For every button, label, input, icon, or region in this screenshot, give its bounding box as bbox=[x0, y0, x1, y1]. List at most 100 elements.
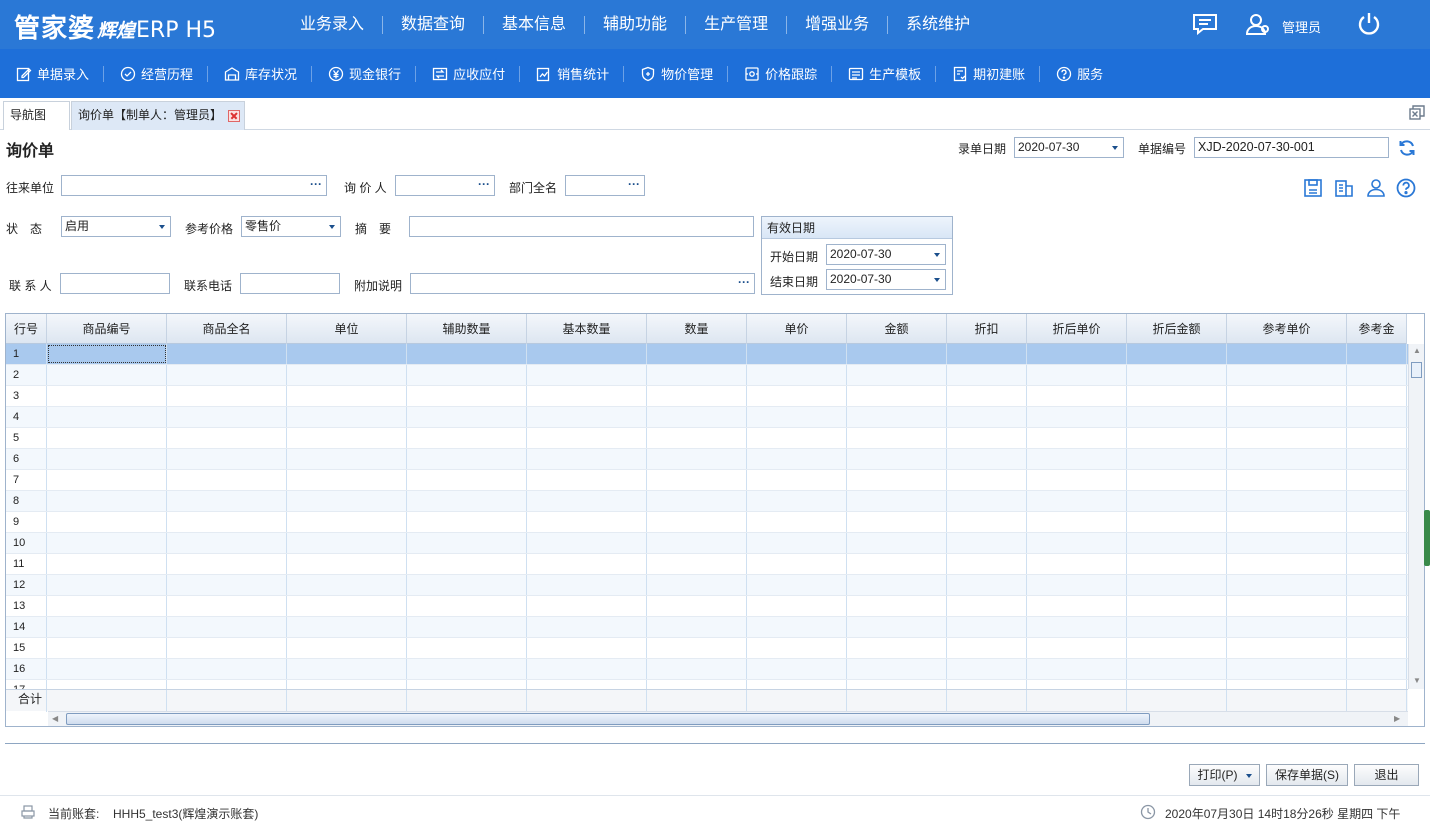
table-cell[interactable] bbox=[407, 386, 527, 406]
tab-navigation-map[interactable]: 导航图 bbox=[3, 101, 70, 130]
table-cell[interactable] bbox=[1347, 449, 1407, 469]
table-cell[interactable] bbox=[167, 533, 287, 553]
table-cell[interactable] bbox=[947, 428, 1027, 448]
table-cell[interactable] bbox=[1027, 491, 1127, 511]
table-cell[interactable] bbox=[847, 491, 947, 511]
table-cell[interactable] bbox=[287, 365, 407, 385]
table-cell[interactable] bbox=[747, 386, 847, 406]
table-cell[interactable] bbox=[407, 470, 527, 490]
table-cell[interactable] bbox=[1227, 617, 1347, 637]
table-cell[interactable] bbox=[647, 680, 747, 689]
table-cell[interactable] bbox=[747, 491, 847, 511]
table-cell[interactable] bbox=[47, 365, 167, 385]
table-cell[interactable] bbox=[747, 575, 847, 595]
table-cell[interactable] bbox=[647, 596, 747, 616]
table-cell[interactable] bbox=[947, 575, 1027, 595]
table-cell[interactable] bbox=[287, 575, 407, 595]
column-header[interactable]: 折后金额 bbox=[1127, 314, 1227, 344]
table-cell[interactable] bbox=[947, 596, 1027, 616]
table-cell[interactable] bbox=[47, 344, 167, 364]
table-cell[interactable] bbox=[1227, 491, 1347, 511]
column-header[interactable]: 辅助数量 bbox=[407, 314, 527, 344]
table-cell[interactable] bbox=[1027, 596, 1127, 616]
table-cell[interactable] bbox=[947, 638, 1027, 658]
table-cell[interactable] bbox=[947, 554, 1027, 574]
table-row[interactable]: 13 bbox=[6, 596, 1408, 617]
table-cell[interactable] bbox=[407, 449, 527, 469]
table-cell[interactable] bbox=[947, 512, 1027, 532]
table-cell[interactable] bbox=[47, 575, 167, 595]
vertical-scroll-thumb[interactable] bbox=[1411, 362, 1422, 378]
table-cell[interactable] bbox=[287, 533, 407, 553]
table-cell[interactable] bbox=[287, 428, 407, 448]
nav-basic-info[interactable]: 基本信息 bbox=[484, 15, 586, 34]
table-cell[interactable] bbox=[167, 596, 287, 616]
exit-button[interactable]: 退出 bbox=[1354, 764, 1419, 786]
building-icon[interactable] bbox=[1333, 177, 1355, 199]
refresh-icon[interactable] bbox=[1397, 138, 1417, 158]
table-cell[interactable] bbox=[47, 659, 167, 679]
table-cell[interactable] bbox=[407, 407, 527, 427]
more-icon[interactable]: ··· bbox=[478, 176, 490, 194]
scroll-up-icon[interactable]: ▲ bbox=[1413, 346, 1421, 355]
table-cell[interactable] bbox=[1027, 617, 1127, 637]
table-row[interactable]: 17 bbox=[6, 680, 1408, 689]
table-cell[interactable] bbox=[47, 554, 167, 574]
table-row[interactable]: 15 bbox=[6, 638, 1408, 659]
scroll-down-icon[interactable]: ▼ bbox=[1413, 676, 1421, 685]
table-cell[interactable] bbox=[1127, 512, 1227, 532]
toolbar-service[interactable]: 服务 bbox=[1054, 66, 1117, 82]
table-cell[interactable] bbox=[1347, 470, 1407, 490]
table-row[interactable]: 7 bbox=[6, 470, 1408, 491]
column-header[interactable]: 数量 bbox=[647, 314, 747, 344]
table-row[interactable]: 3 bbox=[6, 386, 1408, 407]
table-row[interactable]: 4 bbox=[6, 407, 1408, 428]
table-cell[interactable] bbox=[1027, 575, 1127, 595]
table-cell[interactable] bbox=[1027, 659, 1127, 679]
table-row[interactable]: 9 bbox=[6, 512, 1408, 533]
table-cell[interactable] bbox=[47, 512, 167, 532]
table-cell[interactable] bbox=[167, 680, 287, 689]
table-cell[interactable] bbox=[947, 617, 1027, 637]
tab-inquiry-order[interactable]: 询价单【制单人：管理员】 bbox=[71, 101, 245, 130]
table-cell[interactable] bbox=[1027, 638, 1127, 658]
table-cell[interactable] bbox=[647, 659, 747, 679]
table-cell[interactable] bbox=[1347, 344, 1407, 364]
scroll-left-icon[interactable]: ◀ bbox=[52, 714, 58, 723]
table-cell[interactable] bbox=[1347, 554, 1407, 574]
table-cell[interactable] bbox=[647, 449, 747, 469]
table-cell[interactable] bbox=[947, 533, 1027, 553]
table-cell[interactable] bbox=[1027, 365, 1127, 385]
table-cell[interactable] bbox=[747, 470, 847, 490]
table-cell[interactable] bbox=[47, 386, 167, 406]
phone-field[interactable] bbox=[240, 273, 340, 294]
table-cell[interactable] bbox=[847, 428, 947, 448]
side-panel-handle[interactable] bbox=[1424, 510, 1430, 566]
horizontal-scroll-thumb[interactable] bbox=[66, 713, 1150, 725]
table-cell[interactable] bbox=[747, 344, 847, 364]
table-cell[interactable] bbox=[1227, 575, 1347, 595]
table-cell[interactable] bbox=[407, 428, 527, 448]
table-cell[interactable] bbox=[527, 638, 647, 658]
column-header[interactable]: 商品全名 bbox=[167, 314, 287, 344]
table-cell[interactable] bbox=[847, 617, 947, 637]
table-row[interactable]: 12 bbox=[6, 575, 1408, 596]
vertical-scrollbar[interactable]: ▲ ▼ bbox=[1408, 344, 1424, 689]
doc-no-field[interactable]: XJD-2020-07-30-001 bbox=[1194, 137, 1389, 158]
column-header[interactable]: 基本数量 bbox=[527, 314, 647, 344]
column-header[interactable]: 折扣 bbox=[947, 314, 1027, 344]
table-cell[interactable] bbox=[47, 533, 167, 553]
table-cell[interactable] bbox=[1347, 428, 1407, 448]
note-field[interactable]: ··· bbox=[410, 273, 755, 294]
current-user[interactable]: 管理员 bbox=[1282, 17, 1321, 36]
table-cell[interactable] bbox=[647, 470, 747, 490]
column-header[interactable]: 金额 bbox=[847, 314, 947, 344]
more-icon[interactable]: ··· bbox=[738, 274, 750, 292]
table-cell[interactable] bbox=[1347, 659, 1407, 679]
table-cell[interactable] bbox=[167, 449, 287, 469]
table-cell[interactable] bbox=[1127, 638, 1227, 658]
table-cell[interactable] bbox=[287, 596, 407, 616]
table-cell[interactable] bbox=[647, 533, 747, 553]
nav-data-query[interactable]: 数据查询 bbox=[383, 15, 485, 34]
table-cell[interactable] bbox=[287, 512, 407, 532]
